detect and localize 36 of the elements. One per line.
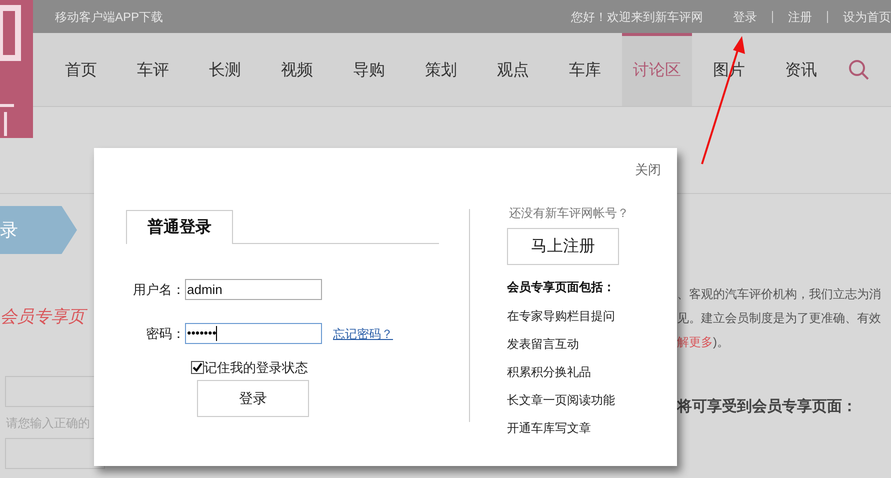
remember-label: 记住我的登录状态 bbox=[204, 359, 308, 377]
login-tab[interactable]: 普通登录 bbox=[126, 210, 233, 244]
benefit-item: 长文章一页阅读功能 bbox=[507, 392, 615, 408]
intro-text: )。 bbox=[713, 334, 729, 351]
step-banner: 录 bbox=[0, 206, 77, 254]
benefit-item: 在专家导购栏目提问 bbox=[507, 308, 615, 324]
nav-tab[interactable]: 策划 bbox=[406, 33, 476, 106]
login-button[interactable]: 登录 bbox=[197, 380, 309, 417]
nav-tab[interactable]: 导购 bbox=[334, 33, 404, 106]
nav-tab[interactable]: 资讯 bbox=[766, 33, 836, 106]
search-icon[interactable] bbox=[848, 58, 870, 80]
welcome-text: 您好！欢迎来到新车评网 bbox=[571, 8, 703, 26]
nav-tab[interactable]: 首页 bbox=[46, 33, 116, 106]
username-label: 用户名： bbox=[132, 280, 185, 299]
no-account-text: 还没有新车评网帐号？ bbox=[509, 205, 629, 222]
section-heading: 会员专享页 bbox=[0, 304, 85, 330]
nav-tab[interactable]: 长测 bbox=[190, 33, 260, 106]
close-button[interactable]: 关闭 bbox=[635, 160, 661, 180]
nav-tab[interactable]: 车评 bbox=[118, 33, 188, 106]
benefits-title: 会员专享页面包括： bbox=[507, 279, 615, 296]
nav-tab[interactable]: 观点 bbox=[478, 33, 548, 106]
password-label: 密码： bbox=[145, 324, 185, 343]
nav-tab[interactable]: 车库 bbox=[550, 33, 620, 106]
benefit-item: 发表留言互动 bbox=[507, 336, 579, 352]
password-field[interactable]: ••••••• bbox=[185, 323, 322, 344]
remember-checkbox[interactable] bbox=[191, 361, 204, 374]
username-field[interactable]: admin bbox=[185, 279, 322, 300]
logo-icon bbox=[0, 0, 33, 138]
benefit-item: 开通车库写文章 bbox=[507, 420, 591, 436]
intro-text: 见。建立会员制度是为了更准确、有效 bbox=[677, 310, 881, 327]
intro-text: 、客观的汽车评价机构，我们立志为消 bbox=[677, 286, 881, 303]
nav-tab[interactable]: 视频 bbox=[262, 33, 332, 106]
register-button[interactable]: 马上注册 bbox=[507, 228, 619, 265]
forgot-password-link[interactable]: 忘记密码？ bbox=[333, 324, 393, 342]
benefits-heading: 将可享受到会员专享页面： bbox=[677, 397, 857, 417]
benefit-item: 积累积分换礼品 bbox=[507, 364, 591, 380]
